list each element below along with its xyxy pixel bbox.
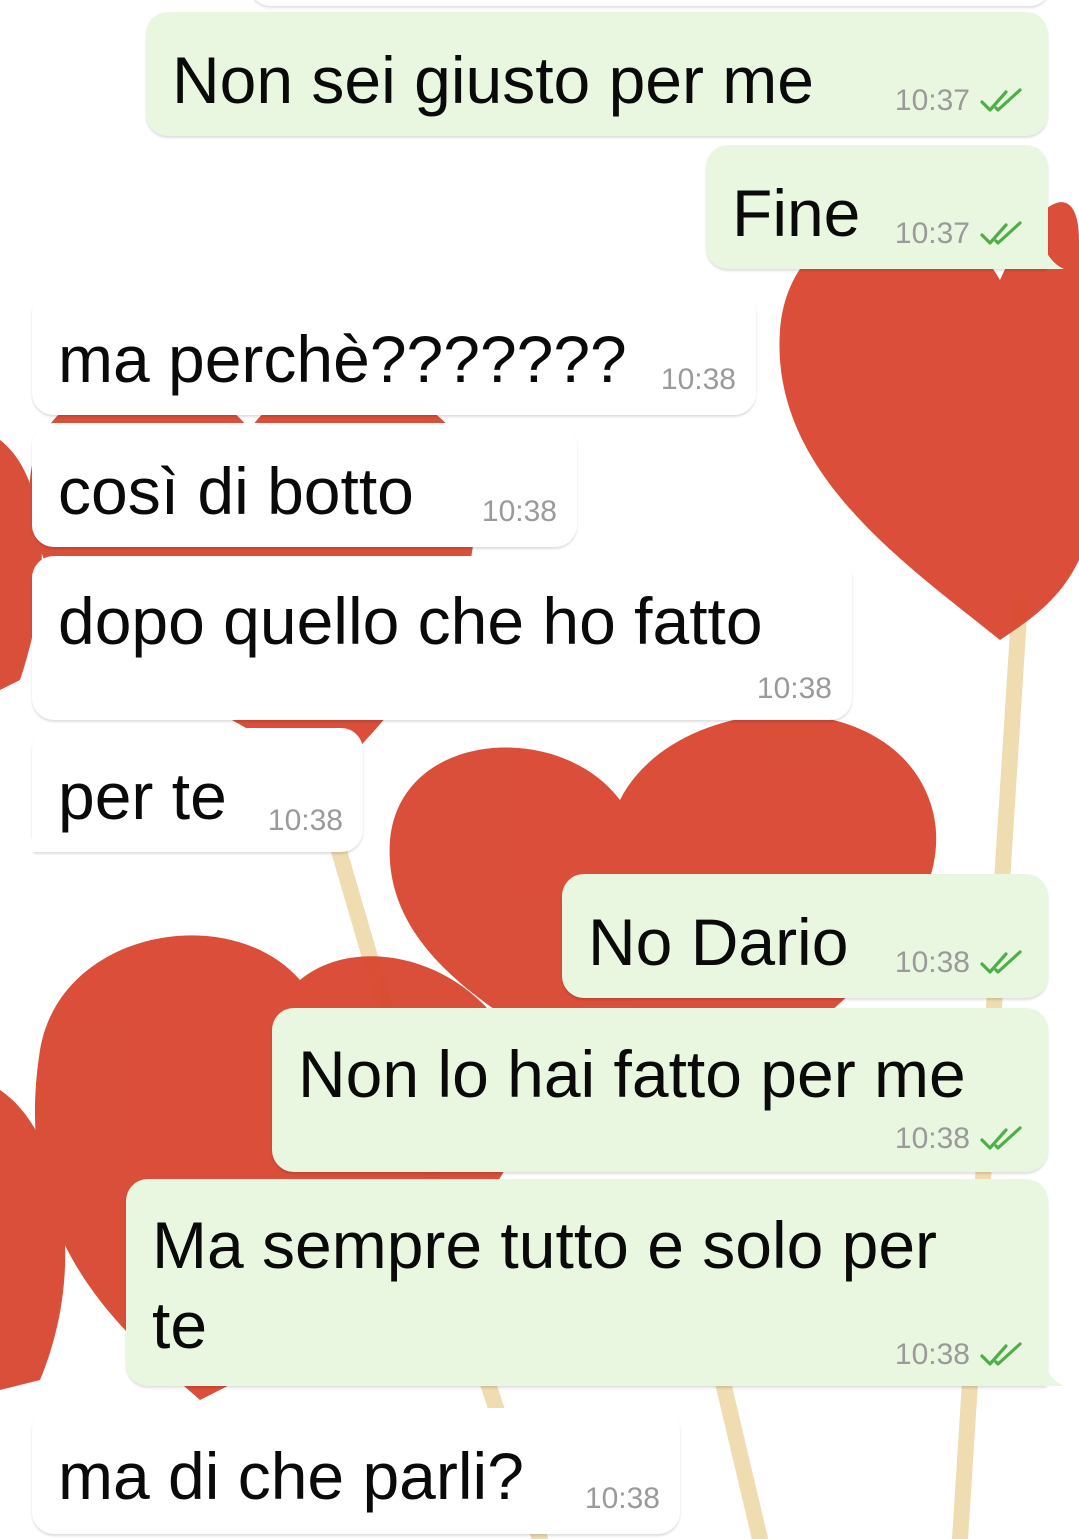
message-time: 10:38 <box>584 1482 660 1515</box>
message-time: 10:38 <box>756 672 832 705</box>
outgoing-message-bubble[interactable]: Non sei giusto per me 10:37 <box>146 12 1048 136</box>
outgoing-message-bubble[interactable]: No Dario 10:38 <box>562 874 1048 998</box>
message-time: 10:38 <box>660 363 736 396</box>
message-time: 10:37 <box>894 217 970 250</box>
double-check-icon <box>980 88 1022 112</box>
bubble-tail-icon <box>16 826 38 852</box>
incoming-message-bubble[interactable]: così di botto 10:38 <box>32 423 577 547</box>
bubble-tail-icon <box>1042 1360 1064 1386</box>
message-text: dopo quello che ho fatto <box>58 584 763 658</box>
message-time: 10:38 <box>267 804 343 837</box>
message-meta: 10:38 <box>268 804 343 838</box>
message-text: Non sei giusto per me <box>172 43 814 117</box>
message-list[interactable]: Non sei giusto per me 10:37 Fine 10:37 ma pe… <box>0 0 1079 1539</box>
message-time: 10:38 <box>894 946 970 979</box>
incoming-message-bubble[interactable]: per te 10:38 <box>16 728 363 852</box>
message-meta: 10:38 <box>895 946 1028 980</box>
message-text: Non lo hai fatto per me <box>298 1037 966 1111</box>
incoming-message-bubble[interactable]: ma perchè??????? 10:38 <box>32 291 756 415</box>
bubble-tail-icon <box>1042 243 1064 269</box>
message-meta: 10:37 <box>895 84 1028 118</box>
message-text: No Dario <box>588 905 849 979</box>
message-meta: 10:38 <box>895 1338 1028 1372</box>
previous-message-edge <box>250 0 1050 6</box>
double-check-icon <box>980 1342 1022 1366</box>
incoming-message-bubble[interactable]: dopo quello che ho fatto 10:38 <box>32 556 852 720</box>
message-time: 10:38 <box>894 1338 970 1371</box>
double-check-icon <box>980 1126 1022 1150</box>
message-time: 10:38 <box>481 495 557 528</box>
message-text: ma perchè??????? <box>58 322 627 396</box>
message-meta: 10:38 <box>482 495 557 529</box>
message-meta: 10:37 <box>895 217 1028 251</box>
message-time: 10:38 <box>894 1122 970 1155</box>
message-meta: 10:38 <box>661 363 736 397</box>
message-meta: 10:38 <box>895 1122 1028 1156</box>
message-text: ma di che parli? <box>58 1439 524 1513</box>
message-text: Fine <box>732 176 861 250</box>
message-meta: 10:38 <box>585 1482 660 1516</box>
outgoing-message-bubble[interactable]: Ma sempre tutto e solo per te 10:38 <box>126 1179 1064 1386</box>
message-meta: 10:38 <box>757 672 832 706</box>
message-text: Ma sempre tutto e solo per te <box>152 1208 938 1362</box>
message-text: così di botto <box>58 454 414 528</box>
double-check-icon <box>980 221 1022 245</box>
double-check-icon <box>980 950 1022 974</box>
message-text: per te <box>58 759 227 833</box>
message-time: 10:37 <box>894 84 970 117</box>
incoming-message-bubble[interactable]: ma di che parli? 10:38 <box>32 1408 680 1534</box>
outgoing-message-bubble[interactable]: Non lo hai fatto per me 10:38 <box>272 1008 1048 1172</box>
outgoing-message-bubble[interactable]: Fine 10:37 <box>706 145 1064 269</box>
